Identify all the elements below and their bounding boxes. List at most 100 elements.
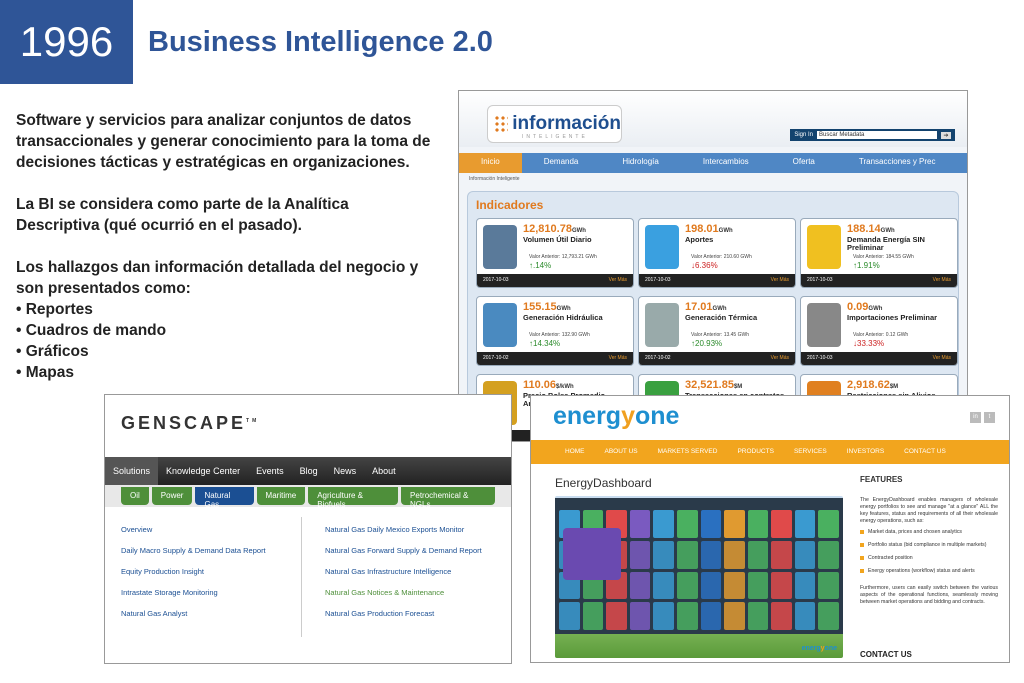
indicator-name: Volumen Útil Diario	[523, 235, 592, 244]
nav-item[interactable]: Solutions	[105, 457, 159, 485]
dashboard-tile	[653, 540, 674, 569]
genscape-logo[interactable]: GENSCAPETM	[121, 413, 259, 434]
year-badge: 1996	[0, 0, 133, 84]
indicator-card[interactable]: 198.01GWh Aportes Valor Anterior: 210.60 G…	[638, 218, 796, 288]
indicator-change: ↑14.34%	[529, 339, 561, 348]
indicator-previous: Valor Anterior: 184.55 GWh	[853, 254, 914, 260]
dashboard-tile	[818, 602, 839, 630]
nav-item[interactable]: CONTACT US	[894, 440, 956, 464]
nav-item[interactable]: Oferta	[771, 153, 837, 173]
subnav-tab[interactable]: Maritime	[256, 487, 306, 505]
ver-mas-link[interactable]: Ver Más	[771, 277, 789, 284]
indicator-value: 12,810.78GWh	[523, 223, 586, 235]
indicator-previous: Valor Anterior: 12,793.21 GWh	[529, 254, 597, 260]
breadcrumb[interactable]: Información Inteligente	[459, 173, 967, 185]
product-link[interactable]: Natural Gas Forward Supply & Demand Repo…	[325, 546, 482, 555]
linkedin-icon[interactable]: in	[970, 412, 981, 423]
paragraph: Los hallazgos dan información detallada …	[16, 259, 419, 297]
subnav-tab[interactable]: Oil	[121, 487, 149, 505]
product-link[interactable]: Natural Gas Daily Mexico Exports Monitor	[325, 525, 482, 534]
dashboard-tile	[653, 602, 674, 630]
indicator-card[interactable]: 0.09GWh Importaciones Preliminar Valor Ant…	[800, 296, 958, 366]
indicator-footer: 2017-10-03 Ver Más	[477, 274, 633, 287]
nav-item[interactable]: Transacciones y Prec	[837, 153, 958, 173]
informacion-header: información INTELIGENTE Sign In Buscar M…	[459, 91, 967, 147]
indicator-name: Generación Térmica	[685, 313, 758, 322]
nav-item[interactable]: HOME	[555, 440, 595, 464]
bullet: • Gráficos	[16, 343, 89, 360]
indicator-change: ↑20.93%	[691, 339, 723, 348]
indicator-unit: GWh	[718, 228, 733, 234]
product-link[interactable]: Natural Gas Analyst	[121, 609, 266, 618]
nav-item[interactable]: Hidrología	[600, 153, 680, 173]
subnav-tab-active[interactable]: Natural Gas	[195, 487, 254, 509]
dashboard-tile	[700, 510, 722, 538]
nav-item[interactable]: Inicio	[459, 153, 522, 173]
search-go-icon[interactable]: ➔	[941, 131, 951, 139]
ver-mas-link[interactable]: Ver Más	[609, 355, 627, 362]
features-intro: The EnergyDashboard enables managers of …	[860, 497, 998, 524]
nav-item[interactable]: News	[326, 457, 365, 485]
nav-item[interactable]: Events	[248, 457, 292, 485]
nav-item[interactable]: Knowledge Center	[158, 457, 248, 485]
informacion-screenshot: información INTELIGENTE Sign In Buscar M…	[458, 90, 968, 442]
twitter-icon[interactable]: t	[984, 412, 995, 423]
nav-item[interactable]: Blog	[292, 457, 326, 485]
product-link[interactable]: Daily Macro Supply & Demand Data Report	[121, 546, 266, 555]
indicator-footer: 2017-10-02 Ver Más	[477, 352, 633, 365]
search-input[interactable]: Buscar Metadata	[817, 131, 937, 139]
indicator-value: 198.01GWh	[685, 223, 733, 235]
indicator-card[interactable]: 155.15GWh Generación Hidráulica Valor Ante…	[476, 296, 634, 366]
contact-us-link[interactable]: CONTACT US	[860, 650, 912, 659]
subnav-tab[interactable]: Agriculture & Biofuels	[308, 487, 399, 509]
nav-item[interactable]: PRODUCTS	[727, 440, 783, 464]
indicator-date: 2017-10-03	[807, 355, 833, 361]
nav-item[interactable]: ABOUT US	[595, 440, 648, 464]
sign-in-link[interactable]: Sign In	[794, 132, 813, 138]
dashboard-tile	[724, 540, 745, 569]
product-link[interactable]: Natural Gas Infrastructure Intelligence	[325, 567, 482, 576]
energyone-logo[interactable]: energyone	[553, 402, 679, 431]
dashboard-tile	[676, 571, 698, 600]
informacion-logo[interactable]: información INTELIGENTE	[487, 105, 622, 143]
ver-mas-link[interactable]: Ver Más	[771, 355, 789, 362]
dashboard-tile	[724, 602, 745, 630]
bullet: • Cuadros de mando	[16, 322, 167, 339]
indicator-previous: Valor Anterior: 132.90 GWh	[529, 332, 590, 338]
subnav-tab[interactable]: Power	[151, 487, 193, 505]
dashboard-tile	[747, 571, 769, 600]
indicator-previous: Valor Anterior: 210.60 GWh	[691, 254, 752, 260]
product-link[interactable]: Intrastate Storage Monitoring	[121, 588, 266, 597]
logo-wordmark: información	[512, 113, 621, 134]
ver-mas-link[interactable]: Ver Más	[933, 277, 951, 284]
dashboard-tile	[794, 602, 816, 630]
features-outro: Furthermore, users can easily switch bet…	[860, 585, 998, 605]
indicator-unit: $/kWh	[556, 384, 574, 390]
product-link[interactable]: Equity Production Insight	[121, 567, 266, 576]
subnav-tab[interactable]: Petrochemical & NGLs	[401, 487, 495, 509]
ver-mas-link[interactable]: Ver Más	[933, 355, 951, 362]
ver-mas-link[interactable]: Ver Más	[609, 277, 627, 284]
nav-item[interactable]: MARKETS SERVED	[648, 440, 728, 464]
left-link-list: Overview Daily Macro Supply & Demand Dat…	[121, 525, 266, 630]
product-link[interactable]: Natural Gas Production Forecast	[325, 609, 482, 618]
feature-item: Market data, prices and chosen analytics	[860, 529, 998, 536]
product-link[interactable]: Overview	[121, 525, 266, 534]
panel-title: Indicadores	[476, 198, 544, 212]
dashboard-brand: energyone	[801, 645, 837, 652]
indicator-previous: Valor Anterior: 13.45 GWh	[691, 332, 749, 338]
nav-item[interactable]: INVESTORS	[837, 440, 894, 464]
nav-item[interactable]: Demanda	[522, 153, 601, 173]
nav-item[interactable]: About	[364, 457, 404, 485]
indicator-card[interactable]: 188.14GWh Demanda Energía SIN Preliminar V…	[800, 218, 958, 288]
dashboard-tile	[676, 510, 698, 538]
dashboard-tile	[724, 510, 745, 538]
nav-item[interactable]: Intercambios	[681, 153, 771, 173]
sign-in-bar: Sign In Buscar Metadata ➔	[790, 129, 955, 141]
product-link[interactable]: Natural Gas Notices & Maintenance	[325, 588, 482, 597]
nav-item[interactable]: SERVICES	[784, 440, 837, 464]
indicator-date: 2017-10-03	[483, 277, 509, 283]
indicator-card[interactable]: 12,810.78GWh Volumen Útil Diario Valor Ant…	[476, 218, 634, 288]
dashboard-tile	[794, 540, 816, 569]
indicator-card[interactable]: 17.01GWh Generación Térmica Valor Anterior…	[638, 296, 796, 366]
